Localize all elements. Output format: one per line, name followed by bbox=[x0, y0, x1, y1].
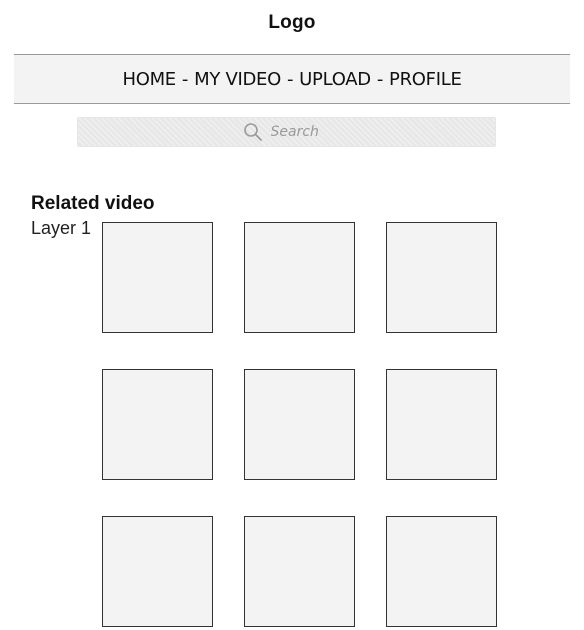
video-thumbnail[interactable] bbox=[102, 369, 213, 480]
video-thumbnail[interactable] bbox=[102, 516, 213, 627]
related-video-grid bbox=[102, 222, 497, 627]
logo[interactable]: Logo bbox=[0, 12, 584, 34]
nav-item-upload[interactable]: UPLOAD bbox=[299, 69, 371, 90]
video-thumbnail[interactable] bbox=[386, 369, 497, 480]
video-thumbnail[interactable] bbox=[386, 516, 497, 627]
nav-separator: - bbox=[181, 68, 189, 90]
video-thumbnail[interactable] bbox=[244, 222, 355, 333]
nav-item-my-video[interactable]: MY VIDEO bbox=[194, 69, 281, 90]
search-bar[interactable] bbox=[77, 117, 496, 147]
nav-item-profile[interactable]: PROFILE bbox=[389, 69, 462, 90]
search-icon bbox=[243, 122, 263, 142]
video-thumbnail[interactable] bbox=[102, 222, 213, 333]
video-thumbnail[interactable] bbox=[244, 369, 355, 480]
search-input[interactable] bbox=[270, 124, 331, 140]
main-navigation: HOME - MY VIDEO - UPLOAD - PROFILE bbox=[14, 54, 570, 104]
nav-links: HOME - MY VIDEO - UPLOAD - PROFILE bbox=[122, 69, 461, 90]
section-title: Related video bbox=[31, 193, 155, 214]
video-thumbnail[interactable] bbox=[244, 516, 355, 627]
nav-separator: - bbox=[286, 68, 294, 90]
layer-label: Layer 1 bbox=[31, 218, 92, 238]
nav-separator: - bbox=[376, 68, 384, 90]
nav-item-home[interactable]: HOME bbox=[122, 69, 176, 90]
video-thumbnail[interactable] bbox=[386, 222, 497, 333]
